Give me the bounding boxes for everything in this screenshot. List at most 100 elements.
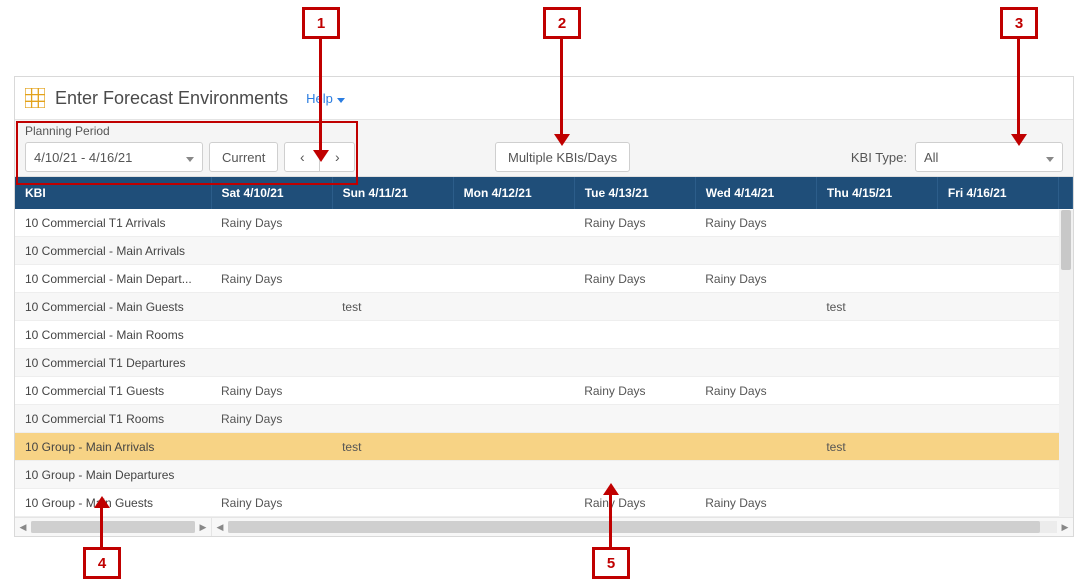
table-row[interactable]: 10 Commercial T1 Departures [15,349,1073,377]
current-button[interactable]: Current [209,142,278,172]
col-kbi[interactable]: KBI [15,177,211,209]
data-cell[interactable] [574,293,695,321]
col-tue[interactable]: Tue 4/13/21 [574,177,695,209]
scroll-right-icon[interactable]: ▶ [1057,518,1073,536]
scroll-track[interactable] [31,521,195,533]
data-cell[interactable] [816,349,937,377]
data-cell[interactable] [816,265,937,293]
data-cell[interactable] [574,461,695,489]
data-cell[interactable] [453,265,574,293]
data-cell[interactable] [574,237,695,265]
data-cell[interactable] [453,293,574,321]
data-cell[interactable] [816,321,937,349]
data-cell[interactable]: Rainy Days [695,265,816,293]
data-cell[interactable] [453,321,574,349]
data-cell[interactable] [816,489,937,517]
data-cell[interactable] [453,405,574,433]
col-fri[interactable]: Fri 4/16/21 [937,177,1058,209]
table-row[interactable]: 10 Commercial - Main Guests test test [15,293,1073,321]
data-cell[interactable] [816,377,937,405]
data-cell[interactable]: test [332,433,453,461]
data-cell[interactable] [332,405,453,433]
table-row[interactable]: 10 Commercial - Main Arrivals [15,237,1073,265]
kbi-cell[interactable]: 10 Commercial T1 Departures [15,349,211,377]
data-cell[interactable] [937,321,1058,349]
grid-scrollbar[interactable]: ◀ ▶ [212,518,1073,536]
data-cell[interactable] [453,349,574,377]
data-cell[interactable] [332,209,453,237]
data-cell[interactable] [332,377,453,405]
help-link[interactable]: Help [306,91,345,106]
data-cell[interactable] [211,461,332,489]
data-cell[interactable] [574,349,695,377]
data-cell[interactable] [453,461,574,489]
vertical-scrollbar-thumb[interactable] [1061,210,1071,270]
data-cell[interactable] [816,209,937,237]
data-cell[interactable] [816,405,937,433]
kbi-cell[interactable]: 10 Group - Main Guests [15,489,211,517]
kbi-cell[interactable]: 10 Commercial - Main Rooms [15,321,211,349]
data-cell[interactable]: Rainy Days [211,489,332,517]
data-cell[interactable] [211,293,332,321]
data-cell[interactable]: test [816,433,937,461]
table-row[interactable]: 10 Group - Main Arrivals test test [15,433,1073,461]
data-cell[interactable] [574,433,695,461]
kbi-type-select[interactable]: All [915,142,1063,172]
data-cell[interactable] [332,321,453,349]
data-cell[interactable] [211,237,332,265]
data-cell[interactable] [211,433,332,461]
scroll-left-icon[interactable]: ◀ [212,518,228,536]
kbi-cell[interactable]: 10 Group - Main Arrivals [15,433,211,461]
kbi-cell[interactable]: 10 Commercial - Main Depart... [15,265,211,293]
data-cell[interactable] [937,293,1058,321]
data-cell[interactable]: test [332,293,453,321]
table-row[interactable]: 10 Group - Main GuestsRainy DaysRainy Da… [15,489,1073,517]
data-cell[interactable]: Rainy Days [695,209,816,237]
kbi-cell[interactable]: 10 Commercial - Main Arrivals [15,237,211,265]
data-cell[interactable] [332,237,453,265]
kbi-column-scrollbar[interactable]: ◀ ▶ [15,518,212,536]
scroll-thumb[interactable] [31,521,195,533]
kbi-cell[interactable]: 10 Commercial T1 Guests [15,377,211,405]
data-cell[interactable] [937,433,1058,461]
data-cell[interactable]: Rainy Days [574,265,695,293]
data-cell[interactable]: Rainy Days [574,489,695,517]
col-thu[interactable]: Thu 4/15/21 [816,177,937,209]
scroll-left-icon[interactable]: ◀ [15,518,31,536]
table-row[interactable]: 10 Group - Main Departures [15,461,1073,489]
data-cell[interactable] [453,209,574,237]
data-cell[interactable] [816,237,937,265]
data-cell[interactable] [332,489,453,517]
data-cell[interactable] [574,405,695,433]
data-cell[interactable] [332,265,453,293]
scroll-right-icon[interactable]: ▶ [195,518,211,536]
data-cell[interactable]: Rainy Days [695,377,816,405]
data-cell[interactable]: Rainy Days [211,377,332,405]
kbi-cell[interactable]: 10 Commercial T1 Rooms [15,405,211,433]
data-cell[interactable] [453,489,574,517]
data-cell[interactable] [453,377,574,405]
data-cell[interactable] [453,237,574,265]
kbi-cell[interactable]: 10 Commercial - Main Guests [15,293,211,321]
data-cell[interactable]: Rainy Days [211,265,332,293]
data-cell[interactable]: Rainy Days [574,209,695,237]
data-cell[interactable] [816,461,937,489]
table-row[interactable]: 10 Commercial - Main Rooms [15,321,1073,349]
data-cell[interactable]: test [816,293,937,321]
col-wed[interactable]: Wed 4/14/21 [695,177,816,209]
data-cell[interactable] [937,265,1058,293]
kbi-cell[interactable]: 10 Group - Main Departures [15,461,211,489]
data-cell[interactable] [211,321,332,349]
table-row[interactable]: 10 Commercial T1 GuestsRainy DaysRainy D… [15,377,1073,405]
data-cell[interactable] [937,209,1058,237]
data-cell[interactable]: Rainy Days [211,209,332,237]
data-cell[interactable] [332,349,453,377]
data-cell[interactable] [453,433,574,461]
data-cell[interactable]: Rainy Days [211,405,332,433]
data-cell[interactable] [937,237,1058,265]
scroll-track[interactable] [228,521,1057,533]
data-cell[interactable] [332,461,453,489]
data-cell[interactable] [574,321,695,349]
kbi-cell[interactable]: 10 Commercial T1 Arrivals [15,209,211,237]
data-cell[interactable]: Rainy Days [695,489,816,517]
